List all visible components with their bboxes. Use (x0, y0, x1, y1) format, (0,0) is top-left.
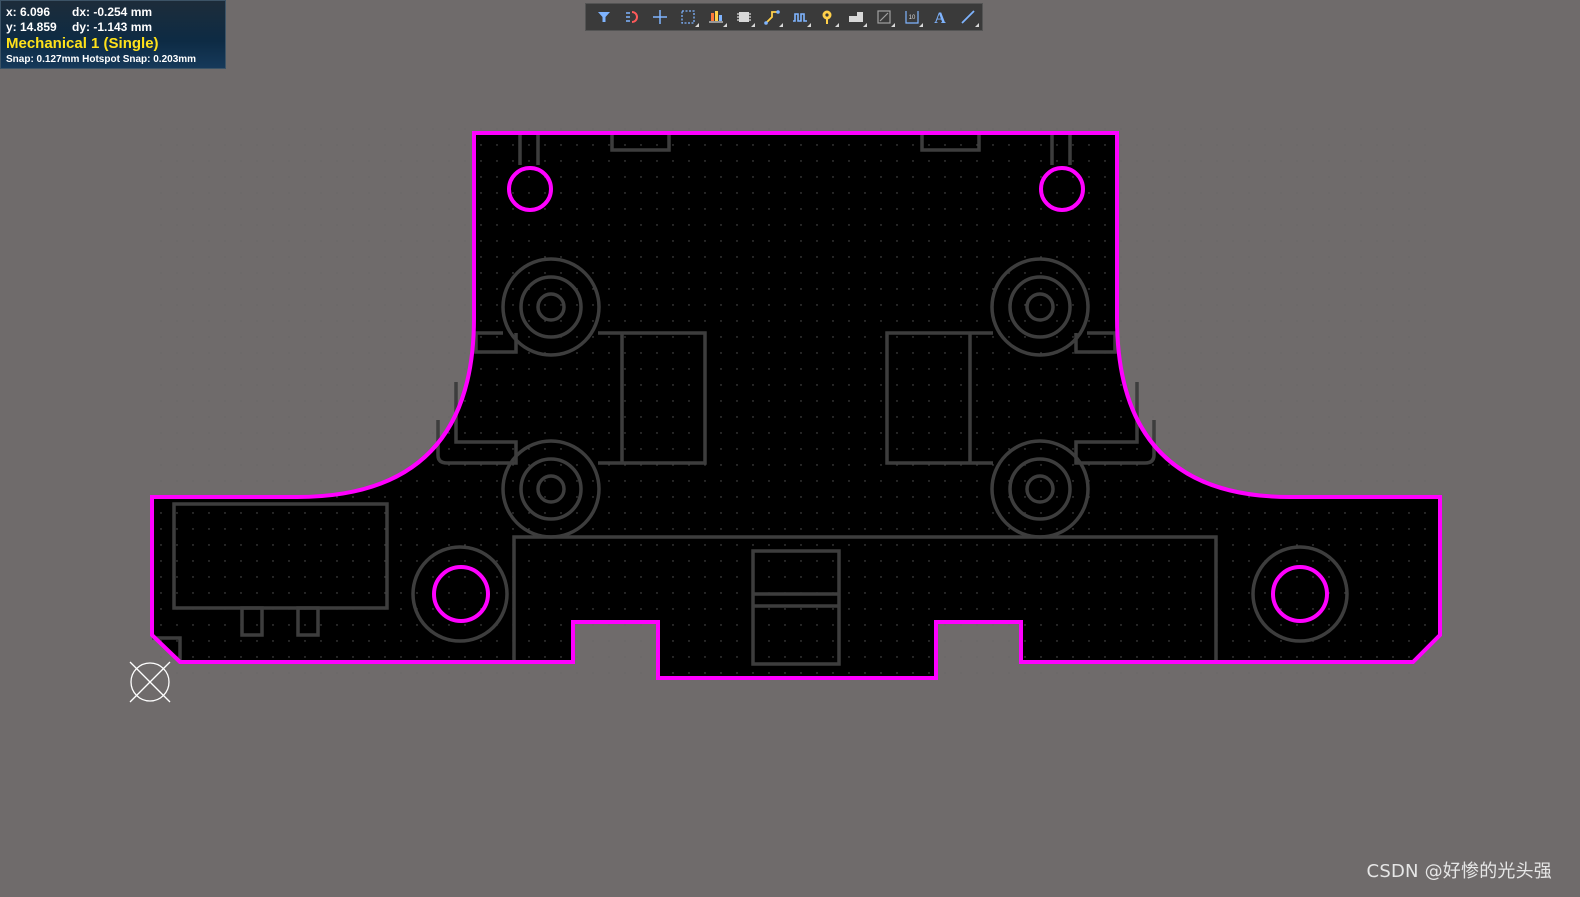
align-button[interactable] (702, 5, 730, 29)
route-button[interactable] (618, 5, 646, 29)
dimension-button[interactable]: 10 (898, 5, 926, 29)
via-button[interactable] (814, 5, 842, 29)
select-button[interactable] (674, 5, 702, 29)
polygon-button[interactable] (870, 5, 898, 29)
crosshair-icon (653, 10, 667, 24)
length-tune-button[interactable] (786, 5, 814, 29)
pcb-canvas[interactable] (0, 0, 1580, 897)
filter-button[interactable] (590, 5, 618, 29)
current-layer: Mechanical 1 (Single) (6, 35, 159, 52)
component-button[interactable] (730, 5, 758, 29)
filter-icon (598, 12, 610, 22)
dy-readout: dy: -1.143 mm (72, 20, 153, 34)
route-icon (626, 11, 638, 23)
line-button[interactable] (954, 5, 982, 29)
interactive-route-button[interactable] (758, 5, 786, 29)
svg-text:10: 10 (909, 15, 916, 21)
x-readout: x: 6.096 (6, 5, 51, 19)
hud-coordinates-y: y: 14.859 dy: -1.143 mm (6, 20, 225, 35)
dx-readout: dx: -0.254 mm (72, 5, 153, 19)
y-readout: y: 14.859 (6, 20, 57, 34)
fill-button[interactable] (842, 5, 870, 29)
active-bar-toolbar: 10 A (585, 3, 983, 31)
hud-coordinates-x: x: 6.096 dx: -0.254 mm (6, 5, 225, 20)
snap-info: Snap: 0.127mm Hotspot Snap: 0.203mm (6, 54, 197, 65)
crosshair-button[interactable] (646, 5, 674, 29)
svg-text:A: A (934, 10, 946, 26)
text-button[interactable]: A (926, 5, 954, 29)
heads-up-display: x: 6.096 dx: -0.254 mm y: 14.859 dy: -1.14… (0, 0, 226, 69)
text-icon: A (934, 10, 946, 26)
watermark-text: CSDN @好惨的光头强 (1366, 861, 1552, 882)
